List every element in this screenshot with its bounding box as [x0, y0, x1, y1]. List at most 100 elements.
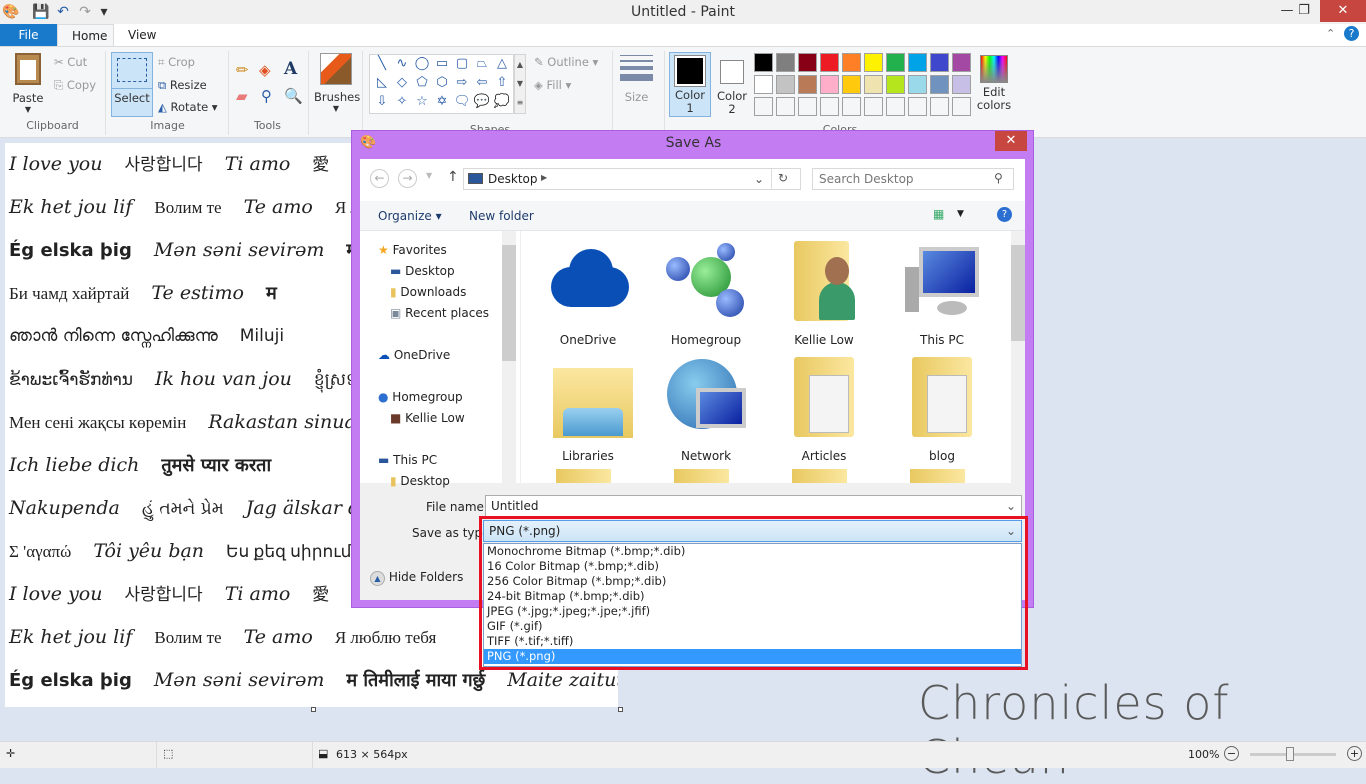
folder-icon[interactable]: [792, 469, 847, 483]
color-swatch[interactable]: [864, 53, 883, 72]
color-swatch[interactable]: [754, 53, 773, 72]
tree-item-recent-places[interactable]: ▣ Recent places: [390, 306, 489, 320]
eraser-icon[interactable]: ▰: [236, 87, 248, 105]
color-swatch[interactable]: [930, 53, 949, 72]
crop-button[interactable]: ⌗ Crop: [158, 55, 195, 70]
empty-color-swatch[interactable]: [864, 97, 883, 116]
shape-5[interactable]: ⏢: [472, 56, 492, 75]
tree-item-this-pc[interactable]: ▬ This PC: [378, 453, 437, 467]
color-swatch[interactable]: [820, 53, 839, 72]
file-item-this-pc[interactable]: This PC: [887, 237, 997, 347]
color-swatch[interactable]: [842, 53, 861, 72]
shape-6[interactable]: △: [492, 56, 512, 75]
zoom-out-button[interactable]: −: [1224, 746, 1239, 761]
shape-0[interactable]: ╲: [372, 56, 392, 75]
select-button[interactable]: Select: [111, 52, 153, 117]
shape-19[interactable]: 💬: [472, 94, 492, 113]
color-swatch[interactable]: [754, 75, 773, 94]
color-swatch[interactable]: [886, 75, 905, 94]
color2-button[interactable]: Color 2: [713, 52, 751, 116]
color-swatch[interactable]: [908, 75, 927, 94]
fill-button[interactable]: ◈ Fill ▾: [534, 78, 571, 92]
copy-button[interactable]: ⎘ Copy: [54, 78, 96, 93]
dialog-close-button[interactable]: ✕: [995, 131, 1027, 151]
file-item-homegroup[interactable]: Homegroup: [651, 237, 761, 347]
shape-18[interactable]: 🗨: [452, 94, 472, 113]
folder-icon[interactable]: [674, 469, 729, 483]
shape-14[interactable]: ⇩: [372, 94, 392, 113]
new-folder-button[interactable]: New folder: [469, 209, 534, 223]
outline-button[interactable]: ✎ Outline ▾: [534, 55, 598, 69]
file-list-scrollbar[interactable]: [1011, 231, 1025, 483]
collapse-ribbon-icon[interactable]: ⌃: [1326, 27, 1335, 40]
folder-icon[interactable]: [910, 469, 965, 483]
shape-17[interactable]: ✡: [432, 94, 452, 113]
color-swatch[interactable]: [864, 75, 883, 94]
tab-view[interactable]: View: [114, 24, 170, 46]
back-button[interactable]: ←: [370, 169, 389, 188]
close-button[interactable]: ✕: [1320, 0, 1366, 22]
color-swatch[interactable]: [776, 53, 795, 72]
change-view-icon[interactable]: ▦: [933, 207, 944, 221]
tab-home[interactable]: Home: [57, 24, 114, 46]
shape-7[interactable]: ◺: [372, 75, 392, 94]
zoom-slider[interactable]: [1250, 747, 1336, 761]
shape-12[interactable]: ⇦: [472, 75, 492, 94]
shape-4[interactable]: ▢: [452, 56, 472, 75]
organize-button[interactable]: Organize ▾: [378, 209, 442, 223]
file-item-blog[interactable]: blog: [887, 353, 997, 463]
resize-button[interactable]: ⧉ Resize: [158, 78, 207, 93]
file-item-onedrive[interactable]: OneDrive: [533, 237, 643, 347]
pencil-icon[interactable]: ✏: [236, 61, 249, 79]
shape-9[interactable]: ⬠: [412, 75, 432, 94]
brushes-button[interactable]: Brushes ▼: [314, 53, 360, 113]
tree-item-kellie-low[interactable]: ■ Kellie Low: [390, 411, 465, 425]
text-tool-icon[interactable]: A: [284, 59, 297, 79]
shape-2[interactable]: ◯: [412, 56, 432, 75]
resize-handle-bottom[interactable]: [311, 707, 316, 712]
file-item-articles[interactable]: Articles: [769, 353, 879, 463]
shape-15[interactable]: ✧: [392, 94, 412, 113]
edit-colors-button[interactable]: Edit colors: [976, 53, 1012, 112]
navigation-pane-scrollbar[interactable]: [502, 231, 516, 483]
shape-1[interactable]: ∿: [392, 56, 412, 75]
tree-item-desktop[interactable]: ▮ Desktop: [390, 474, 450, 488]
empty-color-swatch[interactable]: [798, 97, 817, 116]
rotate-button[interactable]: ◭ Rotate ▾: [158, 100, 218, 114]
color-swatch[interactable]: [908, 53, 927, 72]
empty-color-swatch[interactable]: [776, 97, 795, 116]
zoom-slider-thumb[interactable]: [1286, 747, 1294, 761]
color1-button[interactable]: Color 1: [669, 52, 711, 117]
help-icon[interactable]: ?: [1344, 26, 1359, 41]
tree-item-downloads[interactable]: ▮ Downloads: [390, 285, 466, 299]
color-picker-icon[interactable]: ⚲: [261, 87, 272, 105]
shape-10[interactable]: ⬡: [432, 75, 452, 94]
empty-color-swatch[interactable]: [908, 97, 927, 116]
folder-icon[interactable]: [556, 469, 611, 483]
shape-3[interactable]: ▭: [432, 56, 452, 75]
forward-button[interactable]: →: [398, 169, 417, 188]
view-dropdown-icon[interactable]: ▼: [957, 209, 964, 219]
address-bar[interactable]: Desktop ▶ ⌄ ↻: [463, 168, 801, 190]
color-swatch[interactable]: [798, 75, 817, 94]
empty-color-swatch[interactable]: [820, 97, 839, 116]
color-swatch[interactable]: [842, 75, 861, 94]
address-desktop[interactable]: Desktop: [488, 172, 538, 186]
restore-button[interactable]: ❐: [1287, 0, 1321, 22]
color-swatch[interactable]: [798, 53, 817, 72]
tree-item-desktop[interactable]: ▬ Desktop: [390, 264, 455, 278]
color-swatch[interactable]: [886, 53, 905, 72]
empty-color-swatch[interactable]: [952, 97, 971, 116]
file-name-input[interactable]: Untitled ⌄: [485, 495, 1022, 517]
empty-color-swatch[interactable]: [754, 97, 773, 116]
tree-item-homegroup[interactable]: ● Homegroup: [378, 390, 463, 404]
color-swatch[interactable]: [930, 75, 949, 94]
empty-color-swatch[interactable]: [930, 97, 949, 116]
help-icon[interactable]: ?: [997, 207, 1012, 222]
empty-color-swatch[interactable]: [886, 97, 905, 116]
hide-folders-button[interactable]: ▲ Hide Folders: [370, 570, 463, 586]
color-swatch[interactable]: [776, 75, 795, 94]
resize-handle-corner[interactable]: [618, 707, 623, 712]
magnifier-icon[interactable]: 🔍: [284, 87, 303, 105]
shape-11[interactable]: ⇨: [452, 75, 472, 94]
